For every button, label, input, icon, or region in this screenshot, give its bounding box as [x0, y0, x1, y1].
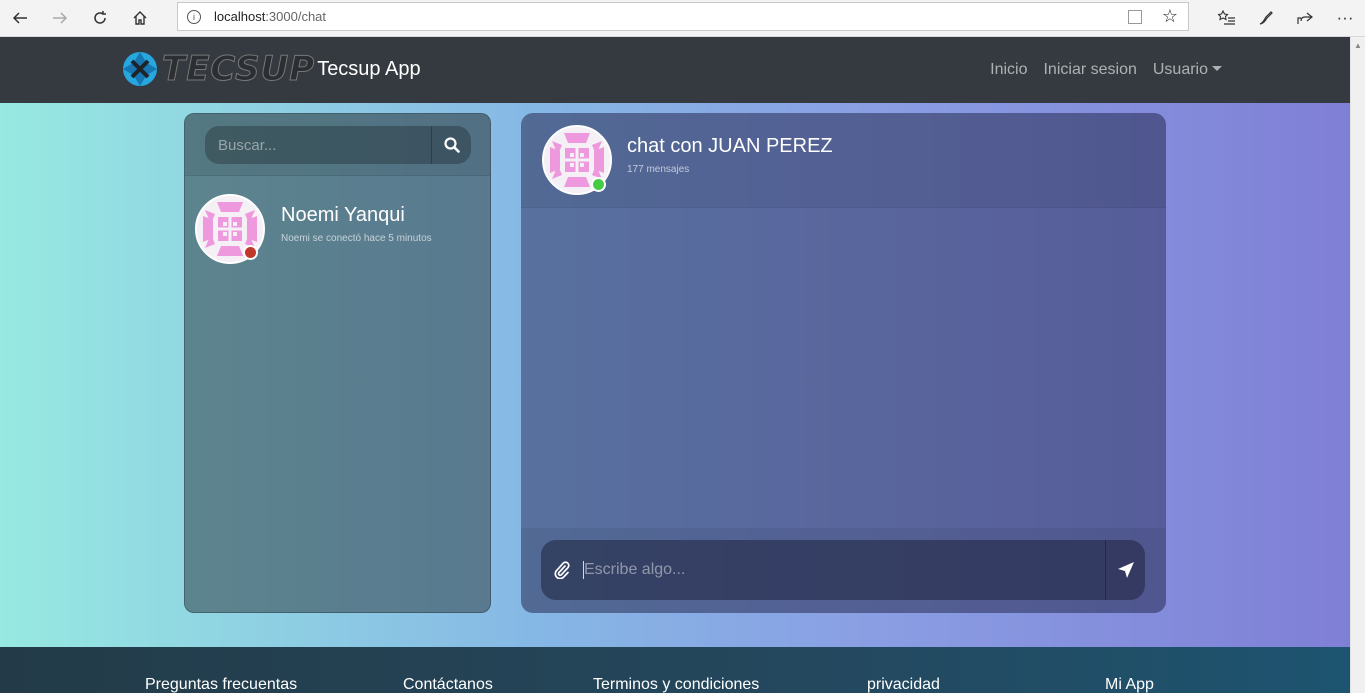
info-icon[interactable]: i	[187, 9, 201, 24]
chat-title: chat con JUAN PEREZ	[627, 135, 833, 157]
attach-button[interactable]	[541, 540, 583, 600]
pen-icon[interactable]	[1251, 4, 1281, 32]
footer-link-contact[interactable]: Contáctanos	[403, 676, 493, 693]
nav-link-iniciar-sesion[interactable]: Iniciar sesion	[1043, 61, 1136, 79]
more-icon[interactable]: ···	[1330, 4, 1360, 32]
send-button[interactable]	[1105, 540, 1145, 600]
compose-box	[541, 540, 1145, 600]
search-box	[205, 126, 471, 164]
footer-link-my-app[interactable]: Mi App	[1105, 676, 1154, 693]
send-arrow-icon	[1117, 562, 1134, 578]
scroll-up-icon[interactable]: ▲	[1354, 41, 1362, 50]
nav-link-inicio[interactable]: Inicio	[990, 61, 1027, 79]
browser-toolbar: i localhost:3000/chat ☆ ···	[0, 0, 1365, 37]
nav-dropdown-usuario[interactable]: Usuario	[1153, 61, 1222, 79]
contact-name: Noemi Yanqui	[281, 204, 405, 226]
back-icon[interactable]	[5, 4, 35, 32]
url-text: localhost:3000/chat	[214, 9, 327, 24]
contacts-panel: Noemi Yanqui Noemi se conectó hace 5 min…	[184, 113, 491, 613]
chat-panel: chat con JUAN PEREZ 177 mensajes	[521, 113, 1166, 613]
footer-link-faq[interactable]: Preguntas frecuentas	[145, 676, 297, 693]
nav-dropdown-label: Usuario	[1152, 61, 1208, 78]
message-input[interactable]	[583, 561, 1105, 579]
footer: Preguntas frecuentas Contáctanos Termino…	[0, 647, 1350, 693]
home-icon[interactable]	[125, 4, 155, 32]
refresh-icon[interactable]	[85, 4, 115, 32]
paperclip-icon	[554, 561, 570, 579]
footer-link-privacy[interactable]: privacidad	[867, 676, 940, 693]
navbar: TECSUP Tecsup App Inicio Iniciar sesion …	[0, 37, 1350, 103]
favorites-list-icon[interactable]	[1212, 4, 1242, 32]
forward-icon[interactable]	[45, 4, 75, 32]
brand-title[interactable]: Tecsup App	[317, 58, 420, 81]
chat-footer	[521, 528, 1166, 613]
nav-links: Inicio Iniciar sesion Usuario	[974, 61, 1222, 79]
page-viewport: TECSUP Tecsup App Inicio Iniciar sesion …	[0, 37, 1350, 693]
contact-item[interactable]: Noemi Yanqui Noemi se conectó hace 5 min…	[195, 194, 481, 266]
share-icon[interactable]	[1290, 4, 1320, 32]
contact-status-text: Noemi se conectó hace 5 minutos	[281, 233, 432, 244]
favorite-star-icon[interactable]: ☆	[1162, 6, 1178, 27]
tecsup-logo-icon	[120, 49, 160, 89]
logo-wordmark: TECSUP	[161, 49, 316, 90]
contacts-header	[185, 114, 490, 176]
footer-link-terms[interactable]: Terminos y condiciones	[593, 676, 759, 693]
search-button[interactable]	[431, 126, 471, 164]
brand[interactable]: TECSUP Tecsup App	[120, 49, 421, 90]
search-icon	[443, 137, 460, 153]
caret-down-icon	[1212, 66, 1222, 71]
online-status-dot	[591, 177, 606, 192]
page-scrollbar[interactable]: ▲	[1350, 37, 1365, 693]
address-bar[interactable]: i localhost:3000/chat ☆	[177, 2, 1189, 31]
search-input[interactable]	[205, 126, 431, 164]
chat-header: chat con JUAN PEREZ 177 mensajes	[521, 113, 1166, 208]
offline-status-dot	[243, 245, 258, 260]
message-count: 177 mensajes	[627, 164, 690, 175]
reading-view-icon[interactable]	[1128, 10, 1142, 24]
